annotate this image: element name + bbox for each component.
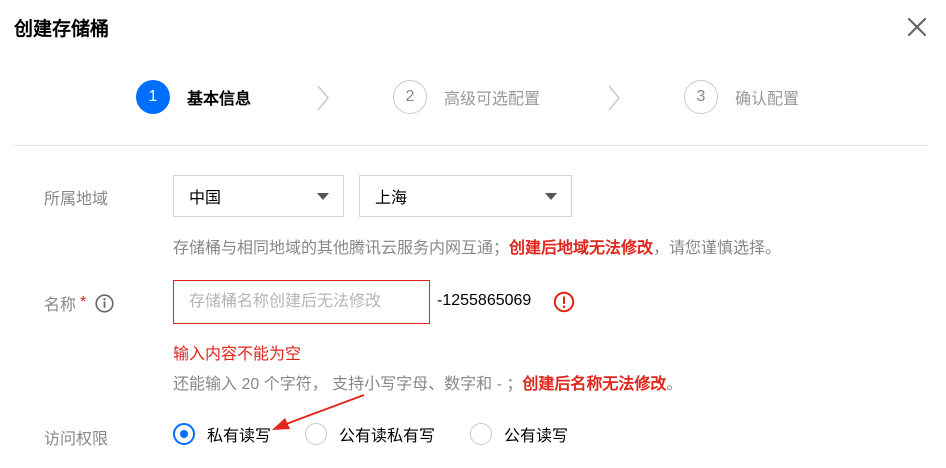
- name-hint-warning: 创建后名称无法修改: [522, 376, 667, 393]
- step-1-number: 1: [136, 80, 170, 114]
- radio-button[interactable]: [173, 423, 195, 445]
- radio-button[interactable]: [470, 423, 492, 445]
- region-hint-warning: 创建后地域无法修改: [509, 240, 654, 257]
- required-mark: *: [80, 294, 87, 311]
- info-icon[interactable]: [95, 293, 114, 313]
- caret-down-icon: [545, 193, 557, 200]
- dialog-title: 创建存储桶: [14, 19, 110, 40]
- region-hint: 存储桶与相同地域的其他腾讯云服务内网互通；创建后地域无法修改，请您谨慎选择。: [173, 234, 781, 258]
- step-2-number: 2: [393, 80, 427, 114]
- city-select[interactable]: 上海: [359, 175, 572, 217]
- name-error-message: 输入内容不能为空: [173, 346, 302, 363]
- step-confirm-config: 3 确认配置: [684, 80, 799, 114]
- name-label-group: 名称 *: [44, 291, 114, 315]
- step-basic-info: 1 基本信息: [136, 80, 251, 114]
- radio-label: 公有读写: [504, 428, 569, 445]
- step-2-label: 高级可选配置: [444, 91, 541, 108]
- country-select-value: 中国: [189, 190, 222, 207]
- name-label: 名称: [44, 297, 77, 314]
- step-3-label: 确认配置: [735, 91, 800, 108]
- name-hint-text: 还能输入 20 个字符， 支持小写字母、数字和 - ；: [173, 376, 523, 393]
- close-icon[interactable]: [906, 16, 928, 38]
- region-hint-text: 存储桶与相同地域的其他腾讯云服务内网互通；: [173, 240, 510, 257]
- step-advanced-config: 2 高级可选配置: [393, 80, 540, 114]
- radio-label: 私有读写: [207, 428, 272, 445]
- step-3-number: 3: [684, 80, 718, 114]
- region-hint-tail: ，请您谨慎选择。: [653, 240, 782, 257]
- caret-down-icon: [317, 193, 329, 200]
- chevron-right-icon: [608, 85, 620, 111]
- city-select-value: 上海: [375, 190, 408, 207]
- step-1-label: 基本信息: [187, 91, 252, 108]
- region-label: 所属地域: [44, 191, 109, 208]
- appid-suffix: -1255865069: [437, 292, 532, 309]
- name-hint: 还能输入 20 个字符， 支持小写字母、数字和 - ；创建后名称无法修改。: [173, 370, 682, 394]
- radio-label: 公有读私有写: [339, 428, 436, 445]
- radio-private-read-write[interactable]: 私有读写: [173, 422, 271, 446]
- country-select[interactable]: 中国: [173, 175, 344, 217]
- radio-button[interactable]: [305, 423, 327, 445]
- bucket-name-input[interactable]: [173, 280, 430, 324]
- radio-public-read-write[interactable]: 公有读写: [470, 422, 568, 446]
- divider: [14, 145, 927, 146]
- radio-public-read-private-write[interactable]: 公有读私有写: [305, 422, 435, 446]
- error-icon: [553, 291, 575, 313]
- access-label: 访问权限: [44, 431, 109, 448]
- name-hint-tail: 。: [666, 376, 683, 393]
- chevron-right-icon: [317, 85, 329, 111]
